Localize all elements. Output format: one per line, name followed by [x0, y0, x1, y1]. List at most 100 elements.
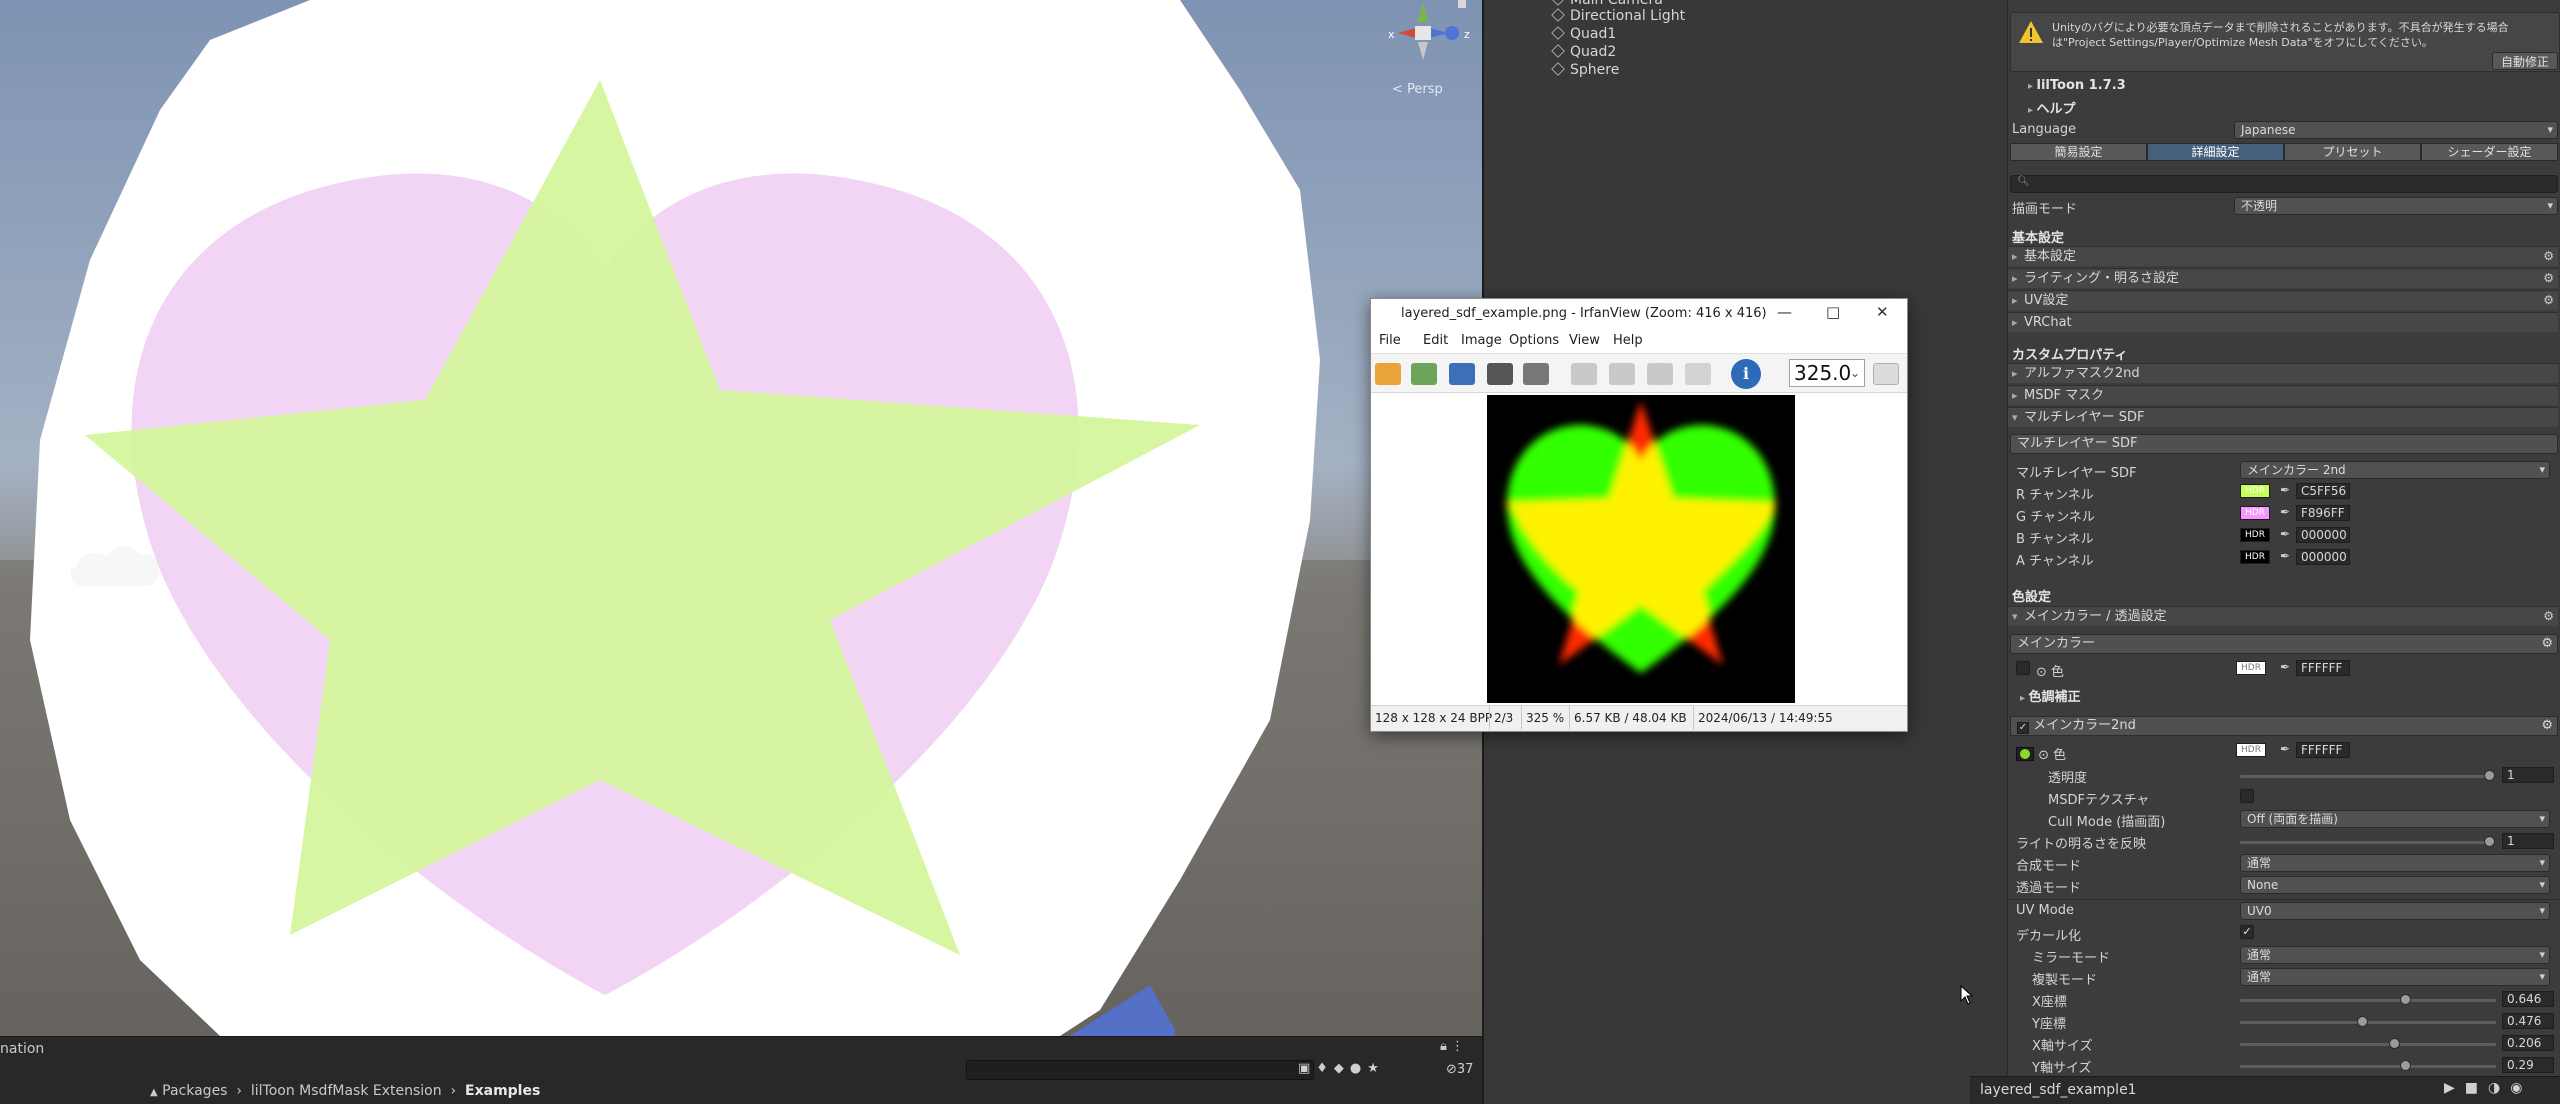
- fold-msdf-mask[interactable]: MSDF マスク: [2008, 385, 2558, 405]
- fold-vrchat[interactable]: VRChat: [2008, 312, 2558, 332]
- render-mode-dropdown[interactable]: 不透明: [2234, 197, 2558, 215]
- a-channel-hex[interactable]: 000000: [2296, 549, 2350, 565]
- opacity-slider-handle[interactable]: [2484, 770, 2495, 781]
- maximize-button[interactable]: □: [1826, 303, 1840, 321]
- main2-color-swatch[interactable]: HDR: [2236, 743, 2266, 757]
- fold-uv[interactable]: UV設定⚙: [2008, 290, 2558, 310]
- main-color-hex[interactable]: FFFFFF: [2296, 660, 2350, 676]
- property-search-input[interactable]: 🔍︎: [2010, 175, 2558, 193]
- version-label[interactable]: ▸ lilToon 1.7.3: [2028, 78, 2126, 93]
- fold-multilayer-sdf[interactable]: マルチレイヤー SDF: [2008, 407, 2558, 427]
- tab-simple[interactable]: 簡易設定: [2010, 143, 2147, 161]
- paste-icon[interactable]: [1647, 363, 1673, 385]
- preview-controls[interactable]: ▶■◑◉: [2444, 1080, 2532, 1096]
- menu-image[interactable]: Image: [1461, 333, 1502, 348]
- zoom-in-icon[interactable]: [1873, 363, 1899, 385]
- x-size-slider[interactable]: [2240, 1043, 2496, 1046]
- light-brightness-slider-handle[interactable]: [2484, 836, 2495, 847]
- opacity-slider[interactable]: [2240, 775, 2490, 778]
- b-channel-swatch[interactable]: HDR: [2240, 528, 2270, 542]
- menu-view[interactable]: View: [1569, 333, 1600, 348]
- g-channel-swatch[interactable]: HDR: [2240, 506, 2270, 520]
- tab-preset[interactable]: プリセット: [2284, 143, 2421, 161]
- panel-menu-icon[interactable]: 🔒︎ ⋮: [1440, 1039, 1464, 1054]
- menu-help[interactable]: Help: [1613, 333, 1643, 348]
- breadcrumb-package[interactable]: lilToon MsdfMask Extension: [251, 1083, 442, 1099]
- auto-fix-button[interactable]: 自動修正: [2492, 52, 2558, 70]
- eyedropper-icon[interactable]: ✒: [2280, 742, 2290, 756]
- tab-shader-settings[interactable]: シェーダー設定: [2421, 143, 2558, 161]
- breadcrumb-packages[interactable]: Packages: [162, 1083, 227, 1099]
- y-position-slider[interactable]: [2240, 1021, 2496, 1024]
- hierarchy-item[interactable]: Directional Light: [1551, 8, 1685, 24]
- light-brightness-slider[interactable]: [2240, 841, 2490, 844]
- main-color-swatch[interactable]: HDR: [2236, 661, 2266, 675]
- hierarchy-item[interactable]: Quad1: [1551, 26, 1616, 42]
- delete-icon[interactable]: [1523, 363, 1549, 385]
- project-search-input[interactable]: [966, 1060, 1314, 1080]
- panel-tab-label[interactable]: nation: [0, 1041, 44, 1057]
- copy-mode-dropdown[interactable]: 通常: [2240, 968, 2550, 986]
- y-size-value[interactable]: 0.29: [2502, 1057, 2554, 1073]
- tone-correction-fold[interactable]: ▸ 色調補正: [2020, 686, 2081, 705]
- y-position-value[interactable]: 0.476: [2502, 1013, 2554, 1029]
- light-brightness-value[interactable]: 1: [2502, 833, 2554, 849]
- zoom-combo[interactable]: 325.0 ⌄: [1789, 359, 1865, 387]
- irfanview-window[interactable]: layered_sdf_example.png - IrfanView (Zoo…: [1370, 298, 1908, 732]
- help-fold[interactable]: ▸ ヘルプ: [2028, 98, 2076, 117]
- minimize-button[interactable]: —: [1777, 303, 1792, 321]
- print-icon[interactable]: [1487, 363, 1513, 385]
- sdf-target-dropdown[interactable]: メインカラー 2nd: [2240, 461, 2550, 479]
- eyedropper-icon[interactable]: ✒: [2280, 483, 2290, 497]
- main2-color-hex[interactable]: FFFFFF: [2296, 742, 2350, 758]
- eyedropper-icon[interactable]: ✒: [2280, 660, 2290, 674]
- hierarchy-item[interactable]: Sphere: [1551, 62, 1619, 78]
- y-size-slider[interactable]: [2240, 1065, 2496, 1068]
- msdf-checkbox[interactable]: [2240, 789, 2254, 803]
- view-mode-label[interactable]: < Persp: [1392, 82, 1443, 97]
- eyedropper-icon[interactable]: ✒: [2280, 505, 2290, 519]
- save-icon[interactable]: [1449, 363, 1475, 385]
- close-button[interactable]: ✕: [1876, 303, 1889, 321]
- g-channel-hex[interactable]: F896FF: [2296, 505, 2350, 521]
- fold-main-color[interactable]: メインカラー / 透過設定⚙: [2008, 606, 2558, 626]
- eyedropper-icon[interactable]: ✒: [2280, 527, 2290, 541]
- x-size-value[interactable]: 0.206: [2502, 1035, 2554, 1051]
- cull-mode-dropdown[interactable]: Off (両面を描画): [2240, 810, 2550, 828]
- r-channel-hex[interactable]: C5FF56: [2296, 483, 2350, 499]
- decal-checkbox[interactable]: ✓: [2240, 925, 2254, 939]
- uv-mode-dropdown[interactable]: UV0: [2240, 902, 2550, 920]
- fold-alphamask2nd[interactable]: アルファマスク2nd: [2008, 363, 2558, 383]
- slideshow-icon[interactable]: [1411, 363, 1437, 385]
- image-canvas[interactable]: [1371, 395, 1907, 703]
- language-dropdown[interactable]: Japanese: [2234, 121, 2558, 139]
- fold-basic[interactable]: 基本設定⚙: [2008, 246, 2558, 266]
- main-color-lock[interactable]: [2016, 661, 2030, 675]
- info-icon[interactable]: i: [1731, 359, 1761, 389]
- copy-icon[interactable]: [1609, 363, 1635, 385]
- r-channel-swatch[interactable]: HDR: [2240, 484, 2270, 498]
- blend-mode-dropdown[interactable]: 通常: [2240, 854, 2550, 872]
- undo-icon[interactable]: [1685, 363, 1711, 385]
- menu-options[interactable]: Options: [1509, 333, 1559, 348]
- mirror-mode-dropdown[interactable]: 通常: [2240, 946, 2550, 964]
- scene-view[interactable]: x z < Persp: [0, 0, 1482, 1036]
- filter-icons[interactable]: ▣♦◆●★: [1298, 1061, 1385, 1076]
- a-channel-swatch[interactable]: HDR: [2240, 550, 2270, 564]
- menu-edit[interactable]: Edit: [1423, 333, 1448, 348]
- fold-lighting[interactable]: ライティング・明るさ設定⚙: [2008, 268, 2558, 288]
- x-position-slider[interactable]: [2240, 999, 2496, 1002]
- hierarchy-item[interactable]: Quad2: [1551, 44, 1616, 60]
- transparency-mode-dropdown[interactable]: None: [2240, 876, 2550, 894]
- breadcrumb-examples[interactable]: Examples: [465, 1083, 540, 1099]
- menu-file[interactable]: File: [1379, 333, 1401, 348]
- hierarchy-item[interactable]: Main Camera: [1551, 0, 1663, 8]
- main-color-2nd-subheader[interactable]: ✓ メインカラー2nd ⚙: [2010, 716, 2558, 736]
- tab-advanced[interactable]: 詳細設定: [2147, 143, 2284, 161]
- y-position-slider-handle[interactable]: [2356, 1016, 2368, 1027]
- opacity-value[interactable]: 1: [2502, 767, 2554, 783]
- open-icon[interactable]: [1375, 363, 1401, 385]
- b-channel-hex[interactable]: 000000: [2296, 527, 2350, 543]
- cut-icon[interactable]: [1571, 363, 1597, 385]
- x-position-value[interactable]: 0.646: [2502, 991, 2554, 1007]
